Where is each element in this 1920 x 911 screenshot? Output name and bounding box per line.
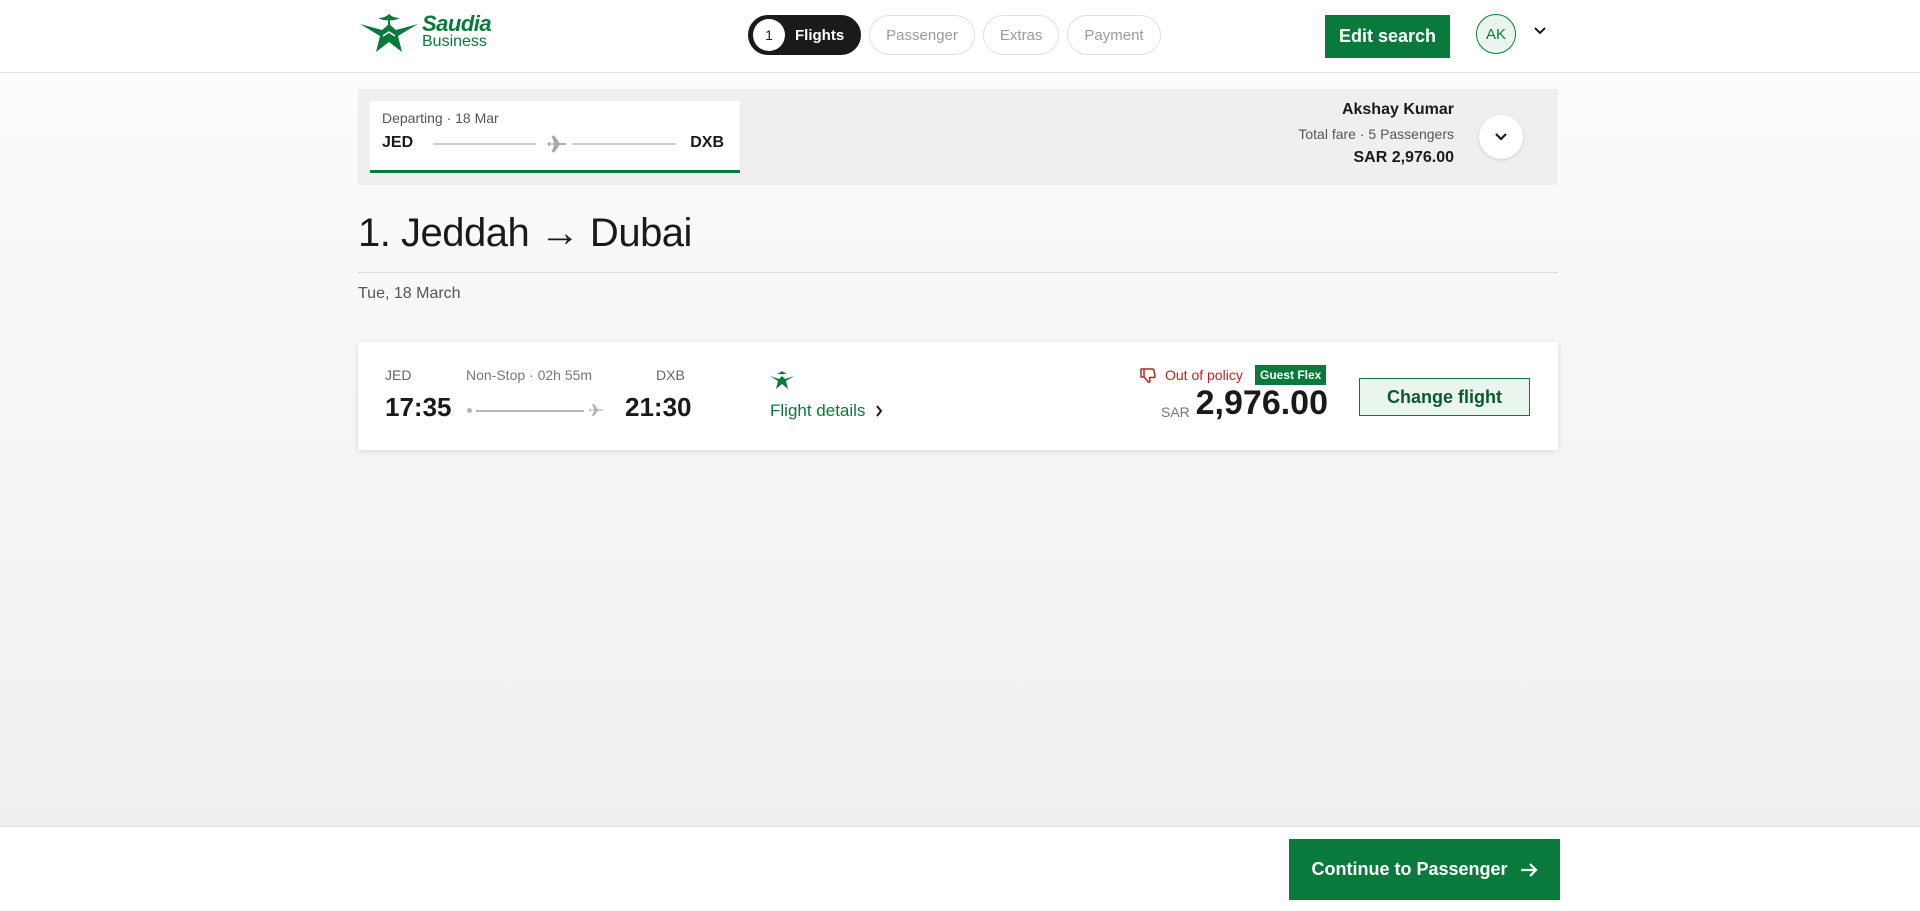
arrival-time: 21:30: [625, 392, 692, 422]
step-number: 1: [753, 19, 785, 51]
route-line: [433, 143, 536, 145]
total-fare-label: Total fare · 5 Passengers: [1298, 126, 1454, 142]
thumbs-down-icon: [1140, 368, 1156, 383]
step-label: Payment: [1084, 26, 1144, 44]
change-flight-button[interactable]: Change flight: [1359, 378, 1530, 416]
route-line: [572, 143, 676, 145]
continue-label: Continue to Passenger: [1311, 859, 1508, 879]
chevron-right-icon: [876, 405, 883, 417]
segment-card-departing[interactable]: Departing · 18 Mar JED DXB: [370, 101, 740, 173]
step-label: Passenger: [886, 26, 958, 44]
flight-duration: Non-Stop · 02h 55m: [466, 367, 593, 383]
total-fare-value: SAR 2,976.00: [1353, 149, 1454, 166]
chevron-down-icon[interactable]: [1533, 26, 1547, 36]
flight-card: JED 17:35 Non-Stop · 02h 55m DXB 21:30 F…: [358, 342, 1558, 450]
trip-summary-bar: Departing · 18 Mar JED DXB Akshay Kumar …: [358, 89, 1558, 185]
brand-name: Saudia: [422, 11, 492, 36]
chevron-down-icon: [1495, 133, 1507, 141]
segment-label: Departing · 18 Mar: [382, 110, 499, 126]
route-line: [476, 410, 584, 412]
step-passenger[interactable]: Passenger: [869, 15, 975, 55]
step-extras[interactable]: Extras: [982, 15, 1060, 55]
brand-subname: Business: [422, 33, 487, 50]
arrival-code: DXB: [656, 367, 685, 383]
airplane-icon: [589, 404, 603, 416]
airplane-icon: [547, 135, 567, 153]
expand-summary-button[interactable]: [1479, 115, 1523, 159]
policy-status: Out of policy: [1139, 366, 1243, 384]
flight-details-link[interactable]: Flight details: [770, 401, 883, 421]
flight-details-label: Flight details: [770, 401, 866, 420]
saudia-business-logo[interactable]: Saudia Business: [358, 10, 492, 56]
fare-class-badge: Guest Flex: [1255, 365, 1327, 385]
flight-price: 2,976.00: [1195, 384, 1328, 422]
route-start-dot: [467, 408, 472, 413]
saudia-palm-logo-icon: [360, 14, 418, 52]
page-title: 1. Jeddah → Dubai: [358, 211, 692, 255]
passenger-name: Akshay Kumar: [1341, 101, 1454, 118]
step-payment[interactable]: Payment: [1067, 15, 1161, 55]
avatar[interactable]: AK: [1476, 14, 1516, 54]
step-label: Extras: [999, 26, 1043, 44]
segment-destination: DXB: [690, 134, 724, 151]
segment-origin: JED: [382, 134, 414, 151]
arrow-right-icon: [1520, 862, 1538, 877]
price-currency: SAR: [1161, 404, 1190, 420]
policy-label: Out of policy: [1165, 367, 1243, 383]
continue-to-passenger-button[interactable]: Continue to Passenger: [1289, 839, 1560, 900]
journey-date: Tue, 18 March: [358, 285, 461, 302]
divider: [358, 272, 1558, 273]
departure-code: JED: [385, 367, 412, 383]
booking-steps: 1 Flights Passenger Extras Payment: [748, 15, 1161, 55]
bottom-action-bar: Continue to Passenger: [0, 826, 1920, 911]
step-label: Flights: [795, 26, 845, 44]
top-header: Saudia Business 1 Flights Passenger Extr…: [0, 0, 1920, 73]
step-flights[interactable]: 1 Flights: [748, 15, 862, 55]
departure-time: 17:35: [385, 392, 452, 422]
saudia-airline-icon: [770, 371, 794, 389]
edit-search-button[interactable]: Edit search: [1325, 15, 1450, 58]
